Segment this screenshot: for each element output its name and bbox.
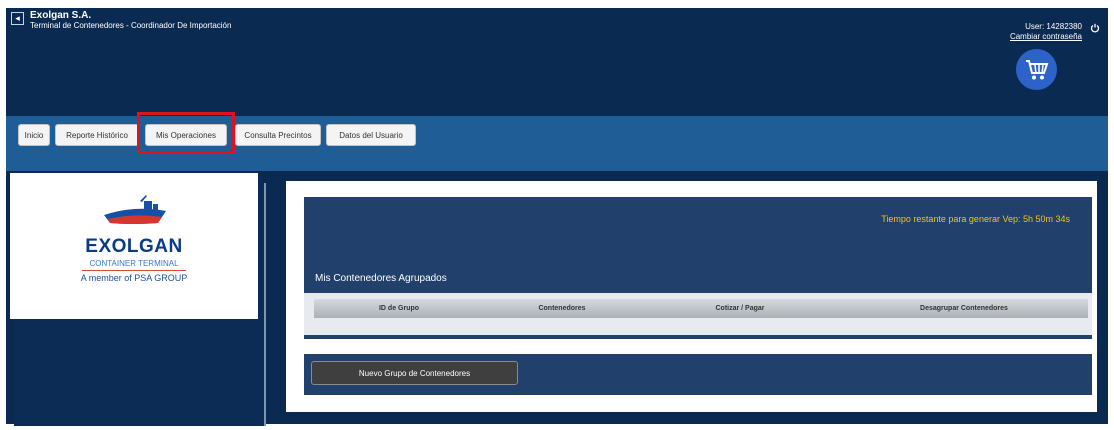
section-title: Mis Contenedores Agrupados: [315, 273, 447, 284]
col-desagrupar[interactable]: Desagrupar Contenedores: [840, 305, 1088, 312]
power-icon[interactable]: [1090, 23, 1100, 33]
change-password-link[interactable]: Cambiar contraseña: [1010, 32, 1082, 41]
highlight-box: [137, 112, 235, 154]
tab-consulta-precintos[interactable]: Consulta Precintos: [235, 124, 321, 146]
user-label: User: 14282380: [1025, 22, 1082, 31]
logo-subtitle: CONTAINER TERMINAL: [89, 259, 179, 268]
new-group-button[interactable]: Nuevo Grupo de Contenedores: [311, 361, 518, 385]
header-subtitle: Terminal de Contenedores - Coordinador D…: [30, 21, 232, 30]
back-arrow-icon[interactable]: ◂: [11, 12, 24, 25]
header: ◂ Exolgan S.A. Terminal de Contenedores …: [6, 8, 1108, 116]
tab-reporte-historico[interactable]: Reporte Histórico: [55, 124, 139, 146]
logo-tagline: A member of PSA GROUP: [80, 273, 188, 283]
col-id-grupo[interactable]: ID de Grupo: [314, 305, 484, 312]
tab-datos-usuario[interactable]: Datos del Usuario: [326, 124, 416, 146]
table-header: ID de Grupo Contenedores Cotizar / Pagar…: [314, 299, 1088, 318]
vep-timer: Tiempo restante para generar Vep: 5h 50m…: [881, 214, 1070, 224]
logo-title: EXOLGAN: [85, 236, 183, 257]
col-cotizar-pagar[interactable]: Cotizar / Pagar: [640, 305, 840, 312]
actions-panel: Nuevo Grupo de Contenedores: [304, 354, 1092, 395]
col-contenedores[interactable]: Contenedores: [484, 305, 640, 312]
user-info: User: 14282380 Cambiar contraseña: [1010, 22, 1082, 41]
tab-inicio[interactable]: Inicio: [18, 124, 50, 146]
logo-divider: [82, 270, 186, 271]
groups-table: ID de Grupo Contenedores Cotizar / Pagar…: [304, 293, 1092, 335]
company-name: Exolgan S.A.: [30, 10, 92, 21]
logo: EXOLGAN CONTAINER TERMINAL A member of P…: [10, 173, 258, 319]
shopping-cart-icon[interactable]: [1016, 49, 1057, 90]
agrupados-panel: Tiempo restante para generar Vep: 5h 50m…: [304, 197, 1092, 339]
ship-logo-icon: [104, 195, 166, 224]
